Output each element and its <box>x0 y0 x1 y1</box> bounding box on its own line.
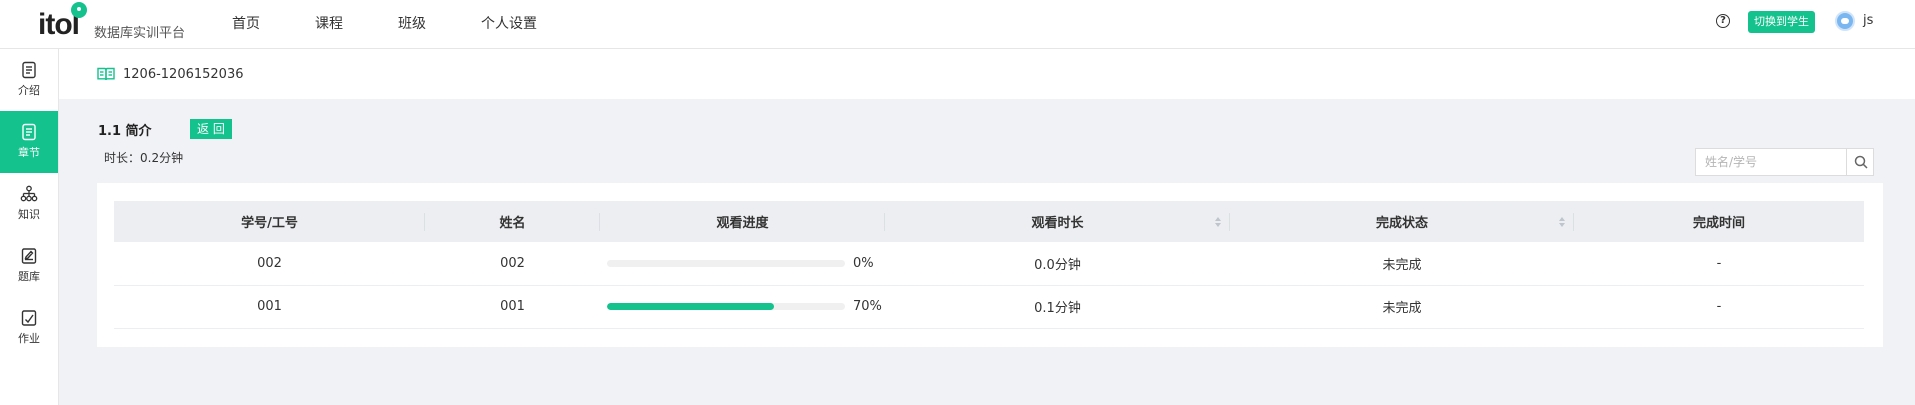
sidebar-item-intro[interactable]: 介绍 <box>0 49 58 111</box>
cell-name: 002 <box>500 255 525 271</box>
search-box <box>1695 148 1874 176</box>
sidebar-item-chapter[interactable]: 章节 <box>0 111 58 173</box>
progress-bar <box>607 303 845 310</box>
progress-percent: 70% <box>853 299 882 314</box>
sidebar: 介绍 章节 知识 题库 作业 <box>0 49 59 405</box>
sidebar-item-label: 作业 <box>18 332 40 345</box>
table-row: 002 002 0% 0.0分钟 未完成 - <box>114 242 1864 285</box>
main-nav: 首页 课程 班级 个人设置 <box>232 0 592 48</box>
homework-icon <box>21 310 37 326</box>
cell-watch-time: 0.1分钟 <box>1034 301 1081 316</box>
sidebar-item-label: 介绍 <box>18 84 40 97</box>
chapter-icon <box>22 123 36 141</box>
column-header-name: 姓名 <box>425 201 600 242</box>
nav-item-classes[interactable]: 班级 <box>398 0 426 48</box>
column-header-status[interactable]: 完成状态 <box>1230 201 1574 242</box>
cell-status: 未完成 <box>1382 257 1422 273</box>
cell-progress: 70% <box>600 285 885 328</box>
sidebar-item-label: 知识 <box>18 208 40 221</box>
cell-id: 002 <box>257 255 282 271</box>
cell-name: 001 <box>500 299 525 314</box>
top-navbar: itol 数据库实训平台 首页 课程 班级 个人设置 ? 切换到学生 js <box>0 0 1915 49</box>
column-header-id: 学号/工号 <box>114 201 425 242</box>
question-bank-icon <box>21 248 37 264</box>
section-title: 1.1 简介 <box>98 124 152 139</box>
nav-item-settings[interactable]: 个人设置 <box>481 0 537 48</box>
username[interactable]: js <box>1863 13 1873 28</box>
cell-status: 未完成 <box>1382 301 1422 316</box>
avatar[interactable] <box>1835 11 1855 31</box>
cell-finish-time: - <box>1716 255 1722 271</box>
search-icon <box>1854 155 1868 169</box>
progress-panel: 学号/工号 姓名 观看进度 观看时长 完成状态 完成时间 002 002 0% <box>97 183 1883 347</box>
sidebar-item-homework[interactable]: 作业 <box>0 297 58 359</box>
search-input[interactable] <box>1696 149 1846 175</box>
sort-icon[interactable] <box>1558 216 1566 228</box>
course-header: 1206-1206152036 <box>59 49 1915 99</box>
column-header-progress: 观看进度 <box>600 201 885 242</box>
switch-to-student-button[interactable]: 切换到学生 <box>1748 11 1815 33</box>
course-code: 1206-1206152036 <box>123 67 244 82</box>
nav-item-home[interactable]: 首页 <box>232 0 260 48</box>
back-button[interactable]: 返 回 <box>190 119 232 139</box>
progress-percent: 0% <box>853 255 874 271</box>
cell-finish-time: - <box>1716 299 1722 314</box>
intro-icon <box>22 61 36 79</box>
logo[interactable]: itol 数据库实训平台 <box>38 2 198 46</box>
table-header-row: 学号/工号 姓名 观看进度 观看时长 完成状态 完成时间 <box>114 201 1864 242</box>
logo-dot-icon <box>71 2 87 18</box>
cell-watch-time: 0.0分钟 <box>1034 257 1081 273</box>
nav-item-courses[interactable]: 课程 <box>315 0 343 48</box>
sidebar-item-label: 题库 <box>18 270 40 283</box>
platform-name: 数据库实训平台 <box>94 26 186 41</box>
cell-id: 001 <box>257 299 282 314</box>
column-header-finish-time: 完成时间 <box>1692 216 1745 231</box>
knowledge-icon <box>20 185 38 202</box>
book-icon <box>97 67 115 81</box>
question-circle-icon[interactable]: ? <box>1716 14 1730 28</box>
sidebar-item-label: 章节 <box>18 146 40 159</box>
sidebar-item-question-bank[interactable]: 题库 <box>0 235 58 297</box>
search-button[interactable] <box>1846 149 1874 175</box>
progress-table: 学号/工号 姓名 观看进度 观看时长 完成状态 完成时间 002 002 0% <box>114 201 1864 329</box>
sort-icon[interactable] <box>1214 216 1222 228</box>
column-header-watch-time[interactable]: 观看时长 <box>885 201 1230 242</box>
progress-bar-fill <box>607 303 774 310</box>
table-row: 001 001 70% 0.1分钟 未完成 - <box>114 285 1864 328</box>
sidebar-item-knowledge[interactable]: 知识 <box>0 173 58 235</box>
cell-progress: 0% <box>600 242 885 285</box>
section-duration: 时长：0.2分钟 <box>104 151 184 165</box>
progress-bar <box>607 259 845 267</box>
